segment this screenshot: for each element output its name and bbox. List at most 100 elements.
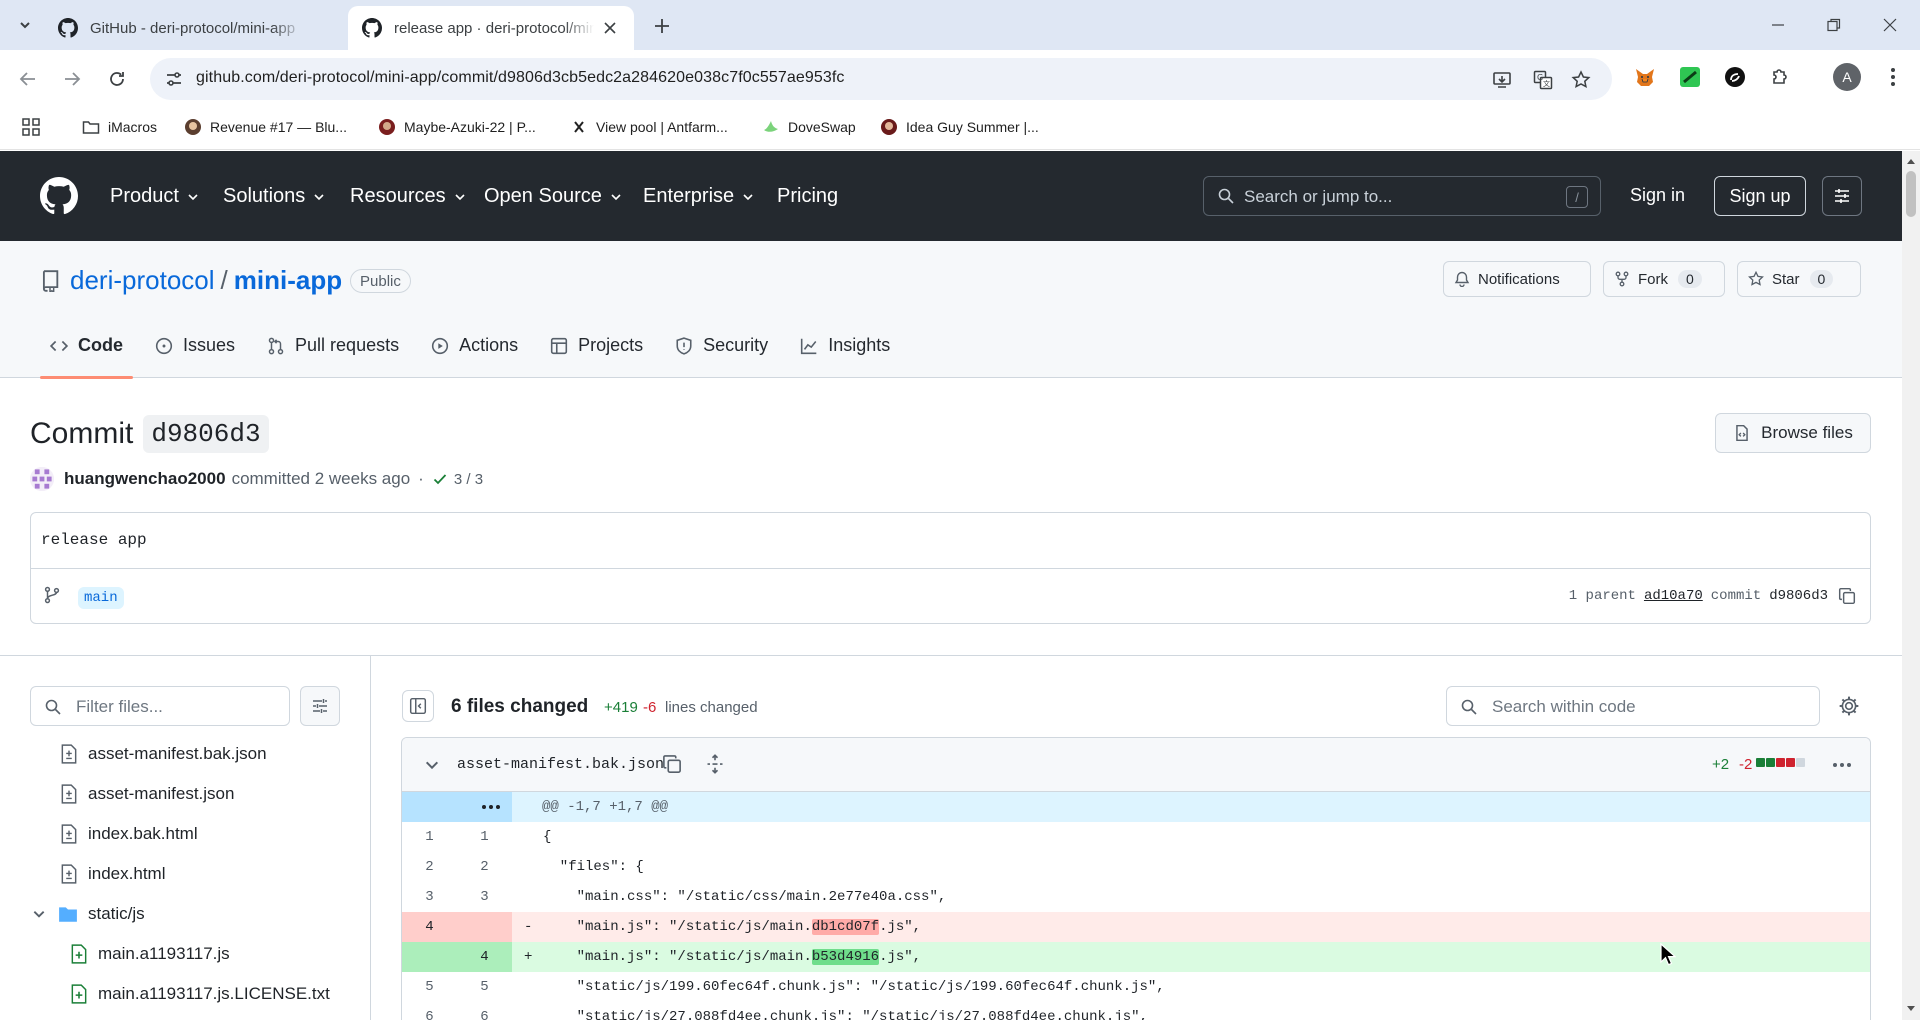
new-line-number[interactable]: 3 — [457, 882, 512, 912]
close-window-button[interactable] — [1870, 8, 1910, 42]
reload-button[interactable] — [102, 64, 132, 94]
sign-up-button[interactable]: Sign up — [1714, 176, 1806, 216]
global-search-input[interactable]: Search or jump to... / — [1203, 176, 1601, 216]
file-options-button[interactable] — [1827, 752, 1857, 778]
tab-search-button[interactable] — [12, 12, 38, 38]
nav-solutions[interactable]: Solutions — [223, 185, 325, 208]
panel-divider[interactable] — [370, 655, 371, 1020]
back-button[interactable] — [13, 64, 43, 94]
bookmark-maybe-azuki[interactable]: Maybe-Azuki-22 | P... — [378, 118, 536, 136]
header-menu-button[interactable] — [1822, 176, 1862, 216]
tab-projects[interactable]: Projects — [540, 313, 653, 378]
hunk-expand[interactable] — [402, 792, 512, 822]
close-tab-icon[interactable] — [310, 18, 330, 38]
author-link[interactable]: huangwenchao2000 — [64, 469, 226, 489]
old-line-number[interactable]: 6 — [402, 1002, 457, 1020]
fork-button[interactable]: Fork 0 — [1603, 261, 1725, 297]
nav-pricing[interactable]: Pricing — [777, 185, 838, 208]
repo-owner-link[interactable]: deri-protocol — [70, 265, 215, 295]
browser-menu-button[interactable] — [1880, 64, 1906, 90]
new-line-number[interactable]: 6 — [457, 1002, 512, 1020]
browser-tab-commit[interactable]: release app · deri-protocol/mini-app — [348, 6, 634, 50]
tree-file-index[interactable]: index.html — [60, 864, 165, 884]
new-line-number[interactable]: 4 — [457, 942, 512, 972]
chevron-down-icon[interactable] — [424, 757, 440, 773]
avatar[interactable] — [30, 467, 54, 491]
new-line-number[interactable]: 2 — [457, 852, 512, 882]
tab-pull-requests[interactable]: Pull requests — [257, 313, 409, 378]
gear-icon[interactable] — [1838, 695, 1860, 717]
new-line-number[interactable]: 5 — [457, 972, 512, 1002]
old-line-number[interactable]: 4 — [402, 912, 457, 942]
extensions-button[interactable] — [1767, 64, 1793, 90]
address-bar[interactable]: github.com/deri-protocol/mini-app/commit… — [150, 58, 1612, 100]
notifications-button[interactable]: Notifications — [1443, 261, 1591, 297]
nav-enterprise[interactable]: Enterprise — [643, 185, 754, 208]
toggle-file-tree-button[interactable] — [402, 690, 434, 722]
unfold-icon[interactable] — [705, 754, 725, 774]
star-button[interactable]: Star 0 — [1737, 261, 1861, 297]
old-line-number[interactable]: 2 — [402, 852, 457, 882]
tab-security[interactable]: Security — [665, 313, 778, 378]
filter-files-input[interactable]: Filter files... — [30, 686, 290, 726]
branch-badge[interactable]: main — [78, 587, 124, 609]
nav-product[interactable]: Product — [110, 185, 199, 208]
check-icon[interactable] — [432, 471, 448, 487]
translate-button[interactable]: G文 — [1531, 68, 1555, 92]
tab-actions[interactable]: Actions — [421, 313, 528, 378]
tree-folder-static-js[interactable]: static/js — [32, 904, 145, 924]
scrollbar-thumb[interactable] — [1906, 171, 1916, 217]
nav-open-source[interactable]: Open Source — [484, 185, 622, 208]
bookmark-star-button[interactable] — [1569, 68, 1593, 92]
metamask-extension-button[interactable] — [1632, 64, 1658, 90]
new-line-number[interactable] — [457, 912, 512, 942]
new-tab-button[interactable] — [648, 12, 676, 40]
bookmark-doveswap[interactable]: DoveSwap — [762, 118, 856, 136]
page-scrollbar[interactable] — [1902, 151, 1920, 1020]
tab-insights[interactable]: Insights — [790, 313, 900, 378]
bookmark-revenue[interactable]: Revenue #17 — Blu... — [184, 118, 347, 136]
green-extension-button[interactable] — [1677, 64, 1703, 90]
copy-icon[interactable] — [1838, 587, 1856, 605]
tree-file-main-js[interactable]: main.a1193117.js — [70, 944, 230, 964]
copy-icon[interactable] — [662, 754, 682, 774]
parent-sha-link[interactable]: ad10a70 — [1644, 588, 1703, 604]
bookmark-antfarm[interactable]: View pool | Antfarm... — [570, 118, 728, 136]
scroll-down-arrow-icon[interactable] — [1906, 1005, 1916, 1013]
minimize-window-button[interactable] — [1758, 8, 1798, 42]
tree-file-asset-manifest[interactable]: asset-manifest.json — [60, 784, 234, 804]
close-tab-icon[interactable] — [600, 18, 620, 38]
tree-file-asset-manifest-bak[interactable]: asset-manifest.bak.json — [60, 744, 267, 764]
forward-button[interactable] — [57, 64, 87, 94]
repo-name-link[interactable]: mini-app — [234, 265, 342, 295]
github-logo-icon[interactable] — [40, 177, 78, 215]
checks-status[interactable]: 3 / 3 — [454, 471, 483, 488]
sign-in-link[interactable]: Sign in — [1630, 185, 1685, 206]
diff-filename[interactable]: asset-manifest.bak.json — [457, 756, 664, 773]
apps-button[interactable] — [22, 118, 40, 136]
expand-lines-icon[interactable] — [476, 797, 506, 817]
site-info-icon[interactable] — [164, 69, 184, 89]
nav-resources[interactable]: Resources — [350, 185, 466, 208]
tab-issues[interactable]: Issues — [145, 313, 245, 378]
filter-options-button[interactable] — [300, 686, 340, 726]
old-line-number[interactable] — [402, 942, 457, 972]
tab-code[interactable]: Code — [40, 313, 133, 379]
old-line-number[interactable]: 3 — [402, 882, 457, 912]
new-line-number[interactable]: 1 — [457, 822, 512, 852]
bookmark-idea-guy[interactable]: Idea Guy Summer |... — [880, 118, 1039, 136]
browse-files-button[interactable]: Browse files — [1715, 413, 1871, 453]
scroll-up-arrow-icon[interactable] — [1906, 157, 1916, 165]
bookmark-imacros[interactable]: iMacros — [82, 118, 157, 136]
install-app-button[interactable] — [1490, 68, 1514, 92]
dark-extension-button[interactable] — [1722, 64, 1748, 90]
restore-window-button[interactable] — [1814, 8, 1854, 42]
old-line-number[interactable]: 1 — [402, 822, 457, 852]
profile-avatar-button[interactable]: A — [1833, 63, 1861, 91]
search-within-code-input[interactable]: Search within code — [1446, 686, 1820, 726]
browser-tab-bar: GitHub - deri-protocol/mini-app release … — [0, 0, 1920, 50]
old-line-number[interactable]: 5 — [402, 972, 457, 1002]
tree-file-index-bak[interactable]: index.bak.html — [60, 824, 198, 844]
browser-tab-github-repo[interactable]: GitHub - deri-protocol/mini-app — [44, 6, 344, 50]
tree-file-main-js-license[interactable]: main.a1193117.js.LICENSE.txt — [70, 984, 330, 1004]
